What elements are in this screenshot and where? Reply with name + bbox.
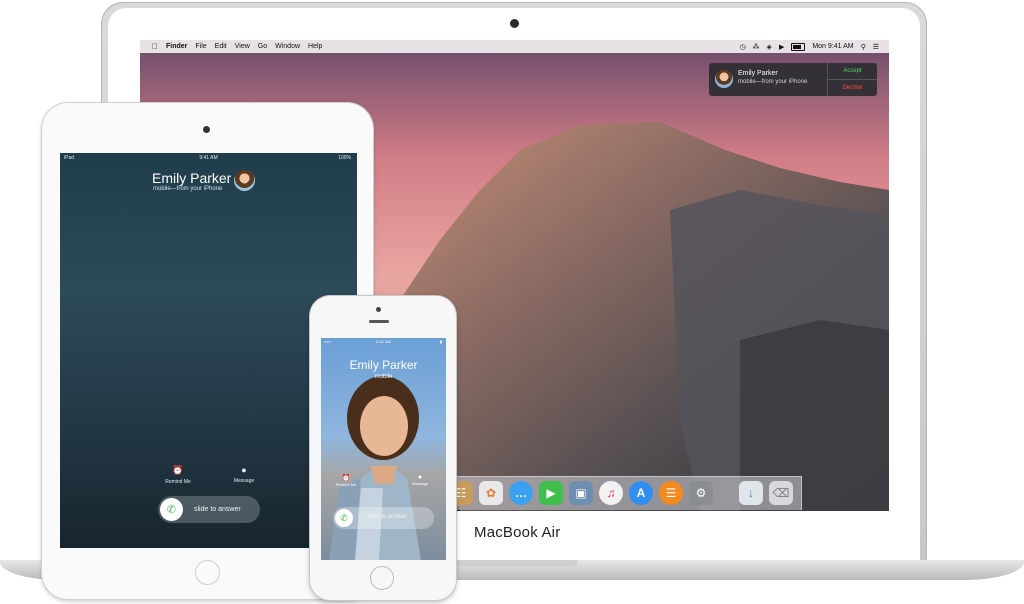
iphone-slide-to-answer[interactable]: ✆ slide to answer [333,507,434,529]
caller-avatar [715,70,733,88]
ipad-status-time: 9:41 AM [199,155,218,161]
menu-go[interactable]: Go [258,43,267,50]
apple-menu-icon[interactable]:  [152,42,158,51]
facetime-icon[interactable]: ▶ [539,481,563,505]
menu-view[interactable]: View [235,43,250,50]
iphone-remind-me-button[interactable]: ⏰ Remind Me [331,474,361,487]
ipad-remind-me-button[interactable]: ⏰ Remind Me [158,465,198,485]
system-preferences-icon[interactable]: ⚙ [689,481,713,505]
ipad-remind-label: Remind Me [165,479,191,485]
menu-help[interactable]: Help [308,43,322,50]
iphone-message-button[interactable]: ● Message [405,474,435,486]
ipad-camera [203,126,210,133]
ipad-home-button[interactable] [195,560,220,585]
macbook-camera [510,19,519,28]
decline-button[interactable]: Decline [828,80,877,96]
incoming-call-notification: Emily Parker mobile—from your iPhone Acc… [709,63,877,96]
ipad-slide-label: slide to answer [194,506,241,513]
battery-icon[interactable] [791,42,806,51]
spotlight-icon[interactable]: ⚲ [861,43,866,51]
ipad-message-button[interactable]: ● Message [224,465,264,484]
iphone-screen: ••••• 9:41 AM ▮ Emily Parker mobile ⏰ Re… [321,338,446,560]
iphone-caller-subtitle: mobile [374,374,393,380]
message-bubble-icon: ● [417,474,423,481]
ibooks-icon[interactable]: ☰ [659,481,683,505]
ipad-caller-avatar [234,170,255,191]
phone-handset-icon[interactable]: ✆ [160,498,183,521]
alarm-clock-icon: ⏰ [172,465,184,475]
iphone-speaker [369,320,389,323]
messages-icon[interactable]: … [509,481,533,505]
phone-handset-icon[interactable]: ✆ [335,509,353,527]
ipad-caller-subtitle: mobile—from your iPhone [153,186,223,192]
ipad-caller-name: Emily Parker [152,170,232,186]
ipad-message-label: Message [233,478,255,484]
alarm-clock-icon: ⏰ [341,475,351,482]
wifi-icon[interactable]: ◈ [767,43,772,51]
iphone-status-time: 9:41 AM [376,339,391,344]
menu-window[interactable]: Window [275,43,300,50]
iphone-camera [376,307,381,312]
notification-center-icon[interactable]: ☰ [873,43,879,51]
iphone-caller-name: Emily Parker [349,358,418,372]
trash-icon[interactable]: ⌫ [769,481,793,505]
message-bubble-icon: ● [241,465,247,475]
iphone-home-button[interactable] [370,566,394,590]
bluetooth-icon[interactable]: ⁂ [753,43,760,51]
preview-icon[interactable]: ▣ [569,481,593,505]
menu-bar:  Finder File Edit View Go Window Help ◷… [140,40,889,53]
notification-subtitle: mobile—from your iPhone [738,79,808,85]
itunes-icon[interactable]: ♫ [599,481,623,505]
accept-button[interactable]: Accept [828,63,877,80]
notification-title: Emily Parker [738,70,778,77]
menubar-clock[interactable]: Mon 9:41 AM [812,43,853,50]
photos-icon[interactable]: ✿ [479,481,503,505]
downloads-icon[interactable]: ↓ [739,481,763,505]
macbook-air-label: MacBook Air [474,524,561,541]
time-machine-icon[interactable]: ◷ [739,43,745,51]
iphone-message-label: Message [411,481,429,486]
menu-finder[interactable]: Finder [166,43,187,50]
iphone-slide-label: slide to answer [367,514,408,520]
iphone-remind-label: Remind Me [335,482,357,487]
menu-file[interactable]: File [195,43,206,50]
volume-icon[interactable]: ▶ [779,43,784,51]
menu-edit[interactable]: Edit [215,43,227,50]
iphone-battery-icon: ▮ [439,339,442,344]
ipad-slide-to-answer[interactable]: ✆ slide to answer [158,496,260,523]
macbook-opening-notch [446,560,578,567]
dock: ☷ ✿ … ▶ ▣ ♫ A ☰ ⚙ ↓ ⌫ [442,476,802,510]
app-store-icon[interactable]: A [629,481,653,505]
ipad-status-battery: 100% [338,155,351,161]
